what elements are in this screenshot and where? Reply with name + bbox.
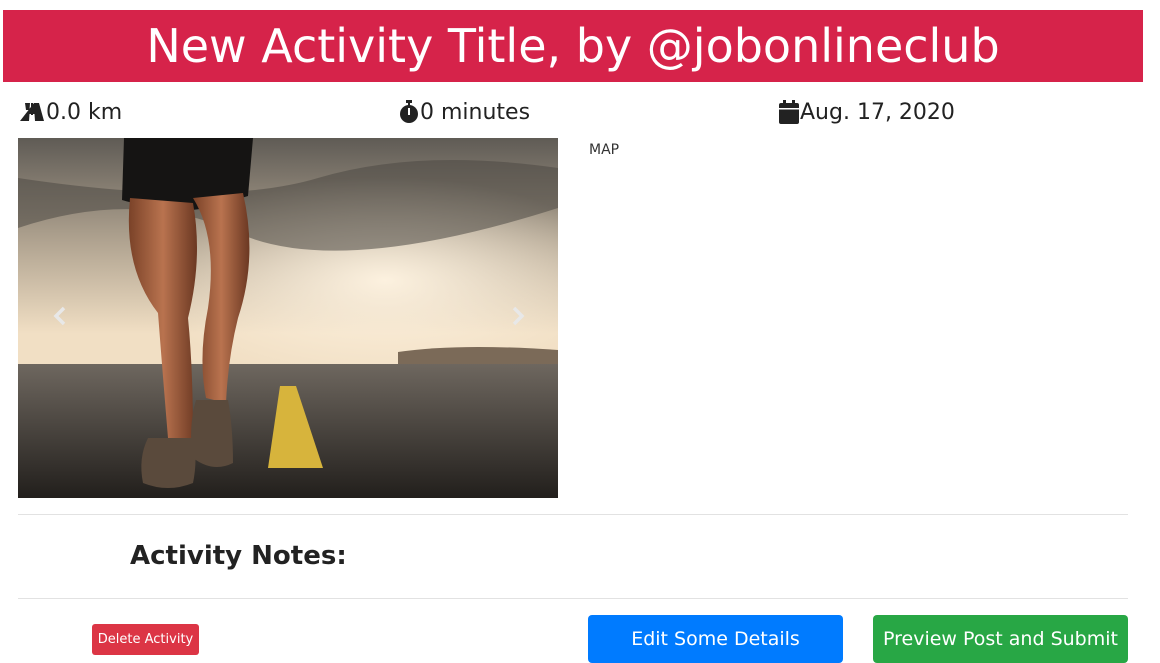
carousel-prev-button[interactable] bbox=[45, 303, 75, 333]
chevron-right-icon bbox=[511, 306, 525, 331]
activity-photo bbox=[18, 138, 558, 498]
stopwatch-icon bbox=[398, 99, 420, 125]
distance-stat: 0.0 km bbox=[18, 96, 122, 128]
duration-stat: 0 minutes bbox=[398, 96, 530, 128]
delete-activity-button[interactable]: Delete Activity bbox=[92, 624, 199, 655]
chevron-left-icon bbox=[53, 306, 67, 331]
divider bbox=[18, 514, 1128, 515]
photo-carousel[interactable] bbox=[18, 138, 558, 498]
activity-notes-heading: Activity Notes: bbox=[130, 541, 347, 571]
carousel-next-button[interactable] bbox=[503, 303, 533, 333]
map-placeholder: MAP bbox=[589, 142, 620, 158]
page-title: New Activity Title, by @jobonlineclub bbox=[146, 19, 1000, 73]
road-icon bbox=[18, 100, 46, 124]
edit-details-button[interactable]: Edit Some Details bbox=[588, 615, 843, 663]
divider bbox=[18, 598, 1128, 599]
duration-value: 0 minutes bbox=[420, 99, 531, 125]
distance-value: 0.0 km bbox=[46, 99, 123, 125]
page-title-bar: New Activity Title, by @jobonlineclub bbox=[3, 10, 1143, 82]
preview-submit-button[interactable]: Preview Post and Submit bbox=[873, 615, 1128, 663]
date-stat: Aug. 17, 2020 bbox=[778, 96, 955, 128]
calendar-icon bbox=[778, 99, 800, 125]
date-value: Aug. 17, 2020 bbox=[800, 99, 955, 125]
